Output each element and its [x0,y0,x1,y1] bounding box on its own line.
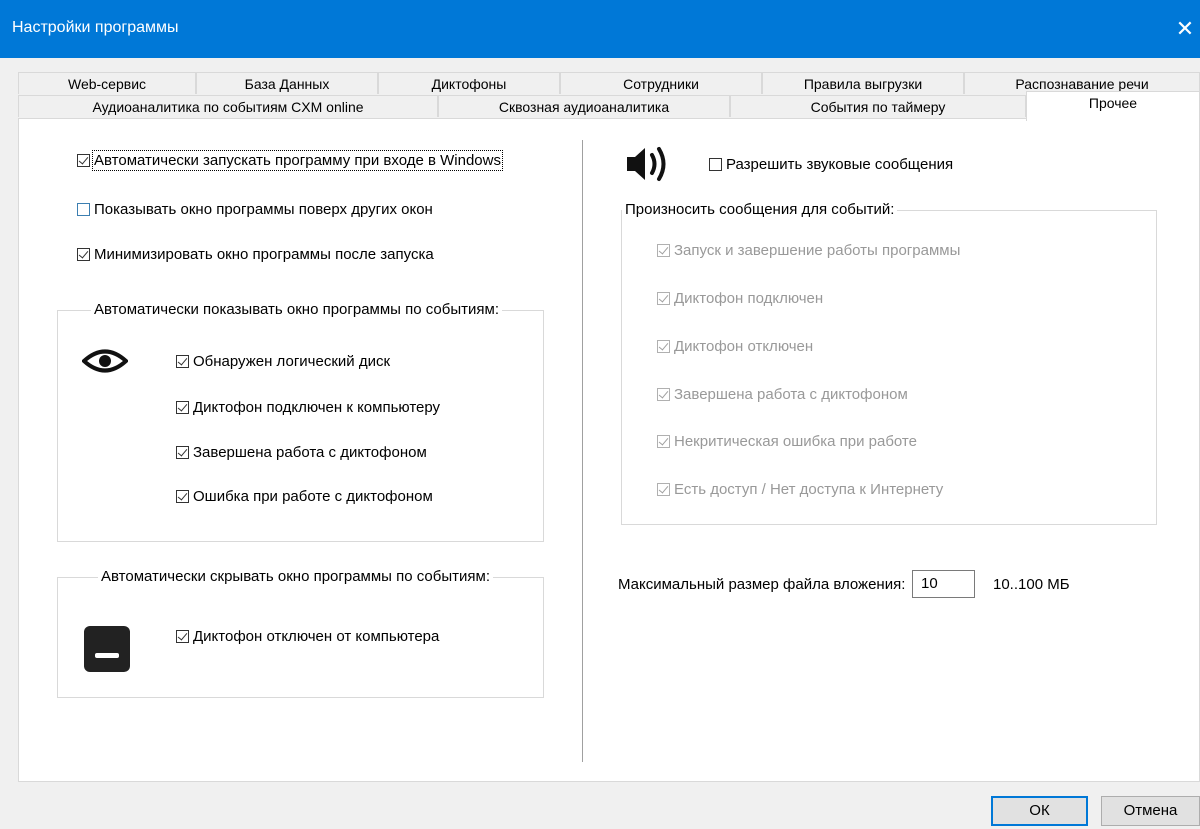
checkbox-box[interactable] [176,355,189,368]
speak-recorder-connected-checkbox[interactable]: Диктофон подключен [657,290,823,307]
checkbox-box[interactable] [657,435,670,448]
max-attachment-size-label: Максимальный размер файла вложения: [618,576,906,593]
checkbox-box[interactable] [176,401,189,414]
checkbox-box[interactable] [657,483,670,496]
tab-recorders[interactable]: Диктофоны [378,72,560,94]
max-attachment-size-range: 10..100 МБ [993,576,1070,593]
tab-database[interactable]: База Данных [196,72,378,94]
ok-button[interactable]: ОК [991,796,1088,826]
checkbox-box[interactable] [657,388,670,401]
checkbox-label: Диктофон подключен [674,290,824,307]
enable-sound-checkbox[interactable]: Разрешить звуковые сообщения [709,156,953,173]
checkbox-box[interactable] [77,203,90,216]
speaker-icon [627,147,666,181]
checkbox-label: Диктофон отключен [674,338,814,355]
checkbox-label: Есть доступ / Нет доступа к Интернету [674,481,944,498]
group-title: Автоматически скрывать окно программы по… [98,568,493,585]
tab-export-rules[interactable]: Правила выгрузки [762,72,964,94]
cancel-button[interactable]: Отмена [1101,796,1200,826]
group-title: Автоматически показывать окно программы … [91,301,502,318]
checkbox-label: Завершена работа с диктофоном [674,386,908,403]
event-recorder-disconnected-checkbox[interactable]: Диктофон отключен от компьютера [176,628,439,645]
window-title: Настройки программы [12,19,179,36]
column-divider [582,140,583,762]
close-icon[interactable]: ✕ [1170,16,1200,42]
minimize-icon [84,626,130,672]
show-window-group: Автоматически показывать окно программы … [57,301,544,542]
checkbox-box[interactable] [176,630,189,643]
speak-internet-access-checkbox[interactable]: Есть доступ / Нет доступа к Интернету [657,481,943,498]
speak-program-start-checkbox[interactable]: Запуск и завершение работы программы [657,242,960,259]
checkbox-label: Минимизировать окно программы после запу… [94,246,434,263]
checkbox-label: Диктофон подключен к компьютеру [193,399,441,416]
checkbox-box[interactable] [176,490,189,503]
tab-end-to-end-analytics[interactable]: Сквозная аудиоаналитика [438,95,730,117]
window-edge [0,58,8,829]
event-recorder-finished-checkbox[interactable]: Завершена работа с диктофоном [176,444,427,461]
checkbox-label: Показывать окно программы поверх других … [94,201,433,218]
checkbox-label: Некритическая ошибка при работе [674,433,917,450]
speak-recorder-finished-checkbox[interactable]: Завершена работа с диктофоном [657,386,908,403]
on-top-checkbox[interactable]: Показывать окно программы поверх других … [77,201,433,218]
checkbox-box[interactable] [657,340,670,353]
checkbox-label: Автоматически запускать программу при вх… [92,150,503,171]
checkbox-label: Запуск и завершение работы программы [674,242,961,259]
speak-recorder-disconnected-checkbox[interactable]: Диктофон отключен [657,338,813,355]
checkbox-label: Завершена работа с диктофоном [193,444,427,461]
tab-web-service[interactable]: Web-сервис [18,72,196,94]
event-recorder-error-checkbox[interactable]: Ошибка при работе с диктофоном [176,488,433,505]
checkbox-box[interactable] [77,248,90,261]
checkbox-label: Ошибка при работе с диктофоном [193,488,433,505]
tab-employees[interactable]: Сотрудники [560,72,762,94]
checkbox-box[interactable] [176,446,189,459]
event-logical-disk-checkbox[interactable]: Обнаружен логический диск [176,353,390,370]
autostart-checkbox[interactable]: Автоматически запускать программу при вх… [77,150,503,171]
checkbox-label: Диктофон отключен от компьютера [193,628,440,645]
tab-cxm-analytics[interactable]: Аудиоаналитика по событиям CXM online [18,95,438,117]
title-bar: Настройки программы ✕ [0,0,1200,58]
speak-noncritical-error-checkbox[interactable]: Некритическая ошибка при работе [657,433,917,450]
tab-timer-events[interactable]: События по таймеру [730,95,1026,117]
checkbox-box[interactable] [77,154,90,167]
event-recorder-connected-checkbox[interactable]: Диктофон подключен к компьютеру [176,399,440,416]
minimize-after-start-checkbox[interactable]: Минимизировать окно программы после запу… [77,246,434,263]
tab-other[interactable]: Прочее [1026,91,1200,121]
checkbox-box[interactable] [657,292,670,305]
checkbox-label: Обнаружен логический диск [193,353,391,370]
eye-icon [82,349,128,373]
max-attachment-size-input[interactable]: 10 [912,570,975,598]
checkbox-box[interactable] [657,244,670,257]
checkbox-box[interactable] [709,158,722,171]
checkbox-label: Разрешить звуковые сообщения [726,156,954,173]
group-title: Произносить сообщения для событий: [622,201,898,218]
